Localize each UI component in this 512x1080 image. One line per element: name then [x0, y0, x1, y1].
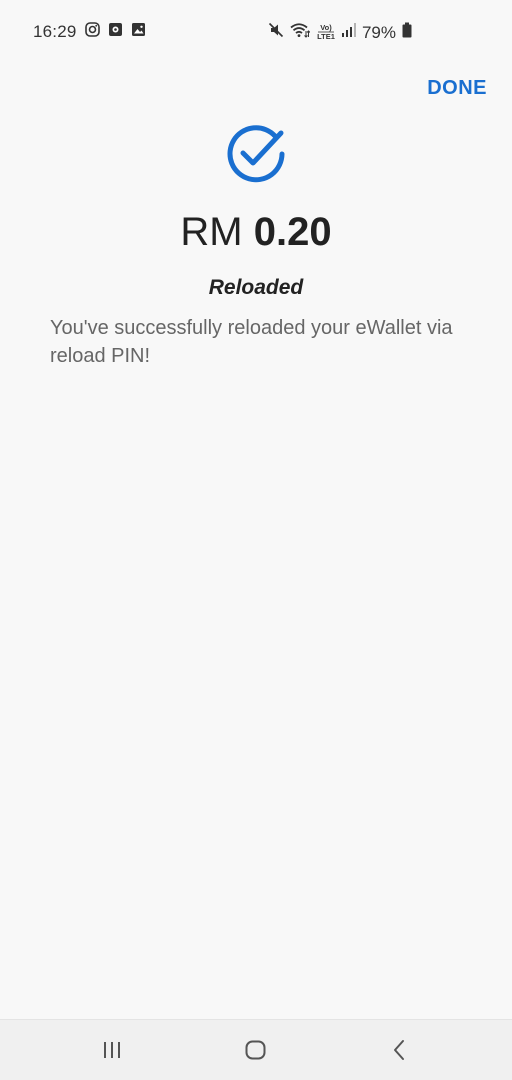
battery-percentage: 79% [361, 22, 396, 42]
reload-amount: RM 0.20 [0, 210, 512, 255]
wifi-icon [290, 22, 311, 43]
status-left: 16:29 [33, 22, 146, 42]
svg-text:LTE1: LTE1 [317, 32, 335, 41]
navigation-bar [0, 1019, 512, 1080]
done-button[interactable]: DONE [427, 77, 487, 100]
amount-currency: RM [180, 210, 243, 254]
gallery-icon [131, 22, 146, 42]
home-button[interactable] [242, 1038, 270, 1062]
instagram-icon [84, 22, 100, 42]
app-notification-icon [108, 22, 123, 42]
back-button[interactable] [387, 1038, 415, 1062]
signal-icon [341, 22, 356, 43]
svg-text:Vo): Vo) [320, 23, 332, 32]
status-bar: 16:29 Vo) LTE1 79% [0, 0, 512, 66]
status-time: 16:29 [33, 22, 77, 41]
recent-apps-button[interactable] [100, 1038, 128, 1062]
amount-value: 0.20 [253, 210, 332, 254]
reload-status: Reloaded [208, 276, 304, 299]
volte-icon: Vo) LTE1 [316, 23, 336, 43]
success-check-icon [223, 121, 289, 187]
status-right: Vo) LTE1 79% [268, 22, 412, 43]
mute-icon [268, 22, 284, 43]
battery-icon [402, 22, 412, 43]
success-message: You've successfully reloaded your eWalle… [50, 317, 453, 367]
